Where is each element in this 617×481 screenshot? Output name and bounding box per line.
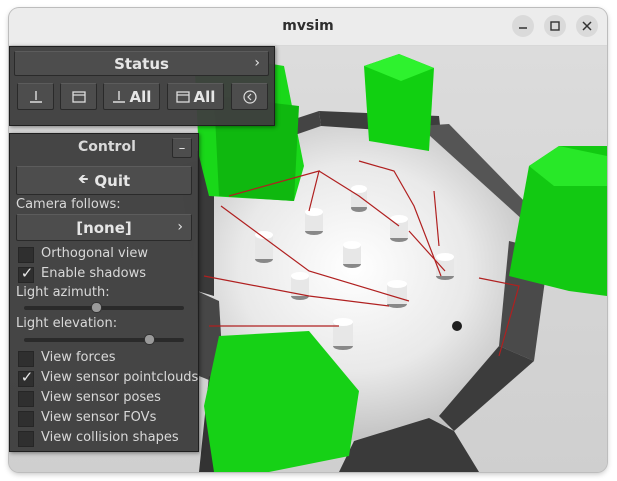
maximize-button[interactable] [544, 15, 566, 37]
view-forces-label: View forces [41, 350, 116, 365]
status-header-button[interactable]: Status › [14, 51, 269, 76]
minimize-button[interactable] [512, 15, 534, 37]
view-collision-shapes-checkbox[interactable] [18, 431, 34, 447]
3d-viewport[interactable]: Status › All All Control – 🡸 Quit Camera… [9, 46, 607, 472]
slider-handle[interactable] [144, 334, 155, 345]
control-panel: Control – 🡸 Quit Camera follows: [none] … [9, 133, 199, 452]
light-azimuth-label: Light azimuth: [16, 285, 110, 300]
light-azimuth-slider[interactable] [24, 302, 184, 313]
save-all-label: All [129, 87, 152, 106]
enable-shadows-label: Enable shadows [41, 266, 147, 281]
app-window: mvsim Status › All All Control – 🡸 Quit … [9, 8, 607, 472]
view-sensor-pointclouds-label: View sensor pointclouds [41, 370, 199, 385]
save-button[interactable] [17, 83, 54, 110]
orthogonal-view-checkbox[interactable] [18, 247, 34, 263]
status-panel: Status › All All [9, 46, 275, 126]
download-icon [112, 90, 125, 103]
back-circle-icon [242, 89, 257, 104]
orthogonal-view-label: Orthogonal view [41, 246, 148, 261]
view-sensor-fovs-label: View sensor FOVs [41, 410, 157, 425]
title-bar: mvsim [9, 8, 607, 46]
camera-follows-label: Camera follows: [16, 197, 121, 212]
minimize-panel-button[interactable]: – [172, 138, 192, 158]
quit-label: Quit [94, 171, 131, 190]
quit-button[interactable]: 🡸 Quit [16, 166, 192, 195]
minimize-panel-icon: – [178, 140, 186, 156]
back-button[interactable] [231, 83, 268, 110]
control-header: Control – [10, 134, 198, 161]
download-icon [29, 90, 42, 103]
window-all-button[interactable]: All [167, 83, 224, 110]
view-sensor-poses-label: View sensor poses [41, 390, 161, 405]
view-sensor-fovs-checkbox[interactable] [18, 411, 34, 427]
window-icon [71, 90, 86, 103]
light-elevation-label: Light elevation: [16, 316, 118, 331]
light-elevation-slider[interactable] [24, 334, 184, 345]
chevron-right-icon: › [254, 55, 260, 71]
arrow-left-icon: 🡸 [77, 171, 89, 187]
status-title: Status [114, 54, 169, 73]
control-title: Control [78, 139, 136, 155]
minimize-icon [519, 27, 527, 29]
maximize-icon [550, 21, 560, 31]
checkmark-icon: ✓ [20, 368, 34, 386]
view-sensor-poses-checkbox[interactable] [18, 391, 34, 407]
camera-follows-value: [none] [76, 218, 132, 237]
close-icon [582, 21, 592, 31]
view-forces-checkbox[interactable] [18, 351, 34, 367]
camera-follows-select[interactable]: [none] › [16, 214, 192, 241]
slider-handle[interactable] [91, 302, 102, 313]
window-button[interactable] [60, 83, 97, 110]
checkmark-icon: ✓ [20, 264, 34, 282]
window-icon [175, 90, 190, 103]
save-all-button[interactable]: All [103, 83, 160, 110]
view-collision-shapes-label: View collision shapes [41, 430, 179, 445]
close-button[interactable] [576, 15, 598, 37]
window-all-label: All [193, 87, 216, 106]
enable-shadows-checkbox[interactable]: ✓ [18, 264, 34, 283]
view-sensor-pointclouds-checkbox[interactable]: ✓ [18, 368, 34, 387]
chevron-right-icon: › [177, 219, 183, 235]
